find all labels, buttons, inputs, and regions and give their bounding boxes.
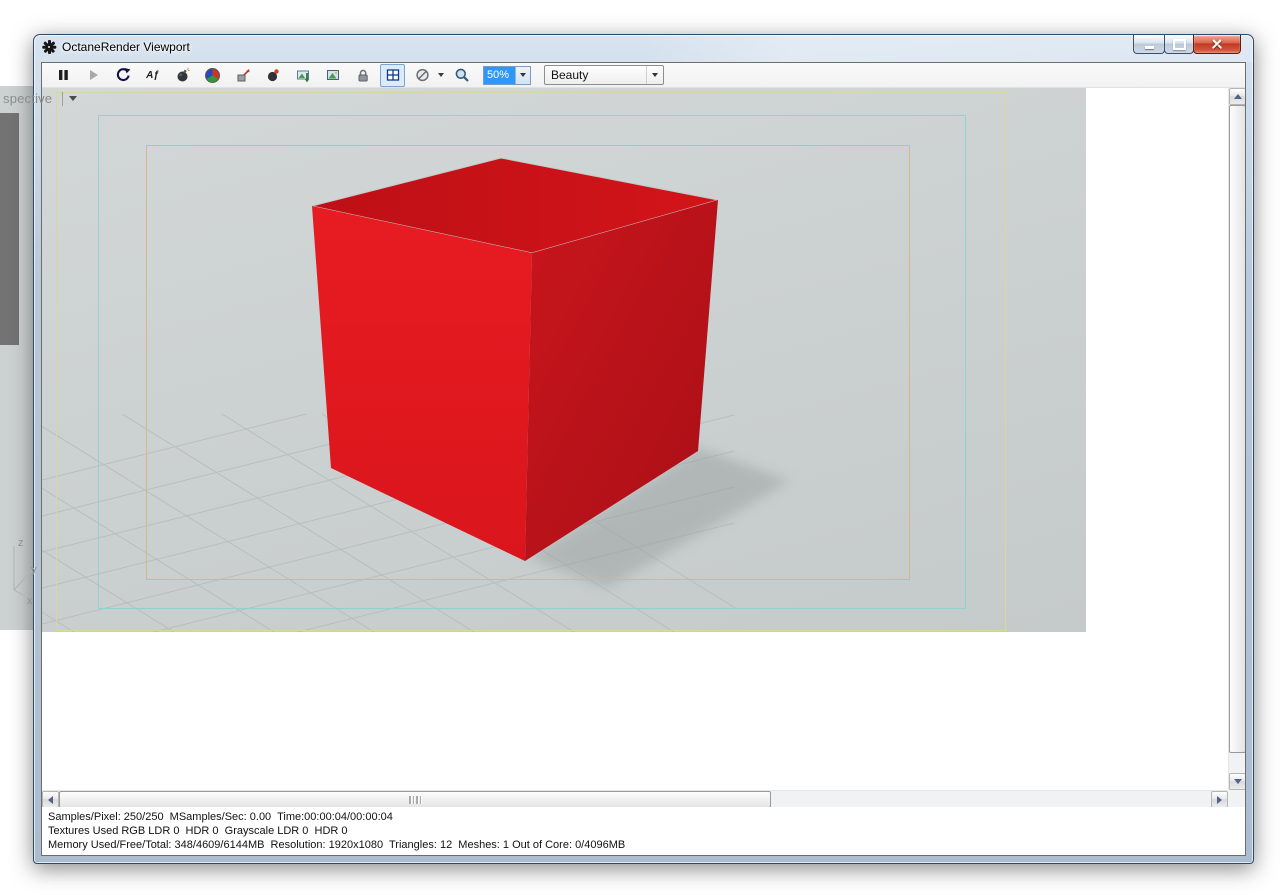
window-title: OctaneRender Viewport — [62, 40, 190, 54]
arrow-right-icon — [1217, 795, 1222, 804]
axis-gizmo: z y x — [13, 537, 37, 607]
client-area: Aƒ 50% Beauty Samples/Pixel: 250/250 MSa… — [41, 62, 1246, 856]
arrow-down-icon — [1233, 779, 1242, 784]
quad-view-toggle[interactable] — [380, 63, 405, 87]
octane-render-window: OctaneRender Viewport Aƒ 50% Beauty Samp… — [33, 34, 1254, 864]
screen: OctaneRender Viewport Aƒ 50% Beauty Samp… — [0, 0, 1288, 895]
minimize-icon — [1144, 45, 1154, 49]
restart-render-button[interactable] — [110, 64, 135, 87]
close-icon — [1211, 38, 1223, 50]
status-samples: Samples/Pixel: 250/250 MSamples/Sec: 0.0… — [48, 811, 393, 823]
autofocus-icon: Aƒ — [146, 69, 159, 81]
horizontal-scrollbar[interactable] — [42, 790, 1228, 808]
thumb-grip — [416, 795, 418, 804]
axis-y-label: y — [31, 564, 37, 576]
axis-x-label: x — [27, 595, 33, 607]
scrollbar-corner — [1228, 790, 1245, 807]
lock-icon — [358, 69, 368, 82]
white-balance-button[interactable] — [200, 64, 225, 87]
maximize-icon — [1172, 38, 1186, 50]
preview-mode-button[interactable] — [410, 64, 435, 87]
render-bomb-button[interactable] — [170, 64, 195, 87]
toolbar: Aƒ 50% Beauty — [42, 63, 1245, 88]
save-image-button[interactable] — [290, 64, 315, 87]
scroll-up-button[interactable] — [1229, 88, 1245, 105]
material-picker-button[interactable] — [230, 64, 255, 87]
arrow-left-icon — [48, 795, 53, 804]
horizontal-scrollbar-thumb[interactable] — [59, 791, 771, 808]
zoom-dropdown-button[interactable] — [515, 66, 530, 84]
zoom-level-combobox[interactable]: 50% — [483, 65, 531, 85]
vertical-scrollbar[interactable] — [1228, 88, 1245, 790]
magnifier-icon — [455, 68, 469, 82]
play-icon — [89, 70, 98, 80]
restart-icon — [116, 68, 130, 82]
arrow-up-icon — [1233, 94, 1242, 99]
thumb-grip — [419, 795, 421, 804]
no-preview-icon — [415, 68, 429, 82]
viewport-label-text: spective — [3, 91, 53, 106]
autofocus-button[interactable]: Aƒ — [140, 64, 165, 87]
scroll-left-button[interactable] — [42, 791, 59, 808]
focus-picker-button[interactable] — [260, 64, 285, 87]
material-picker-icon — [237, 69, 250, 82]
scroll-right-button[interactable] — [1211, 791, 1228, 808]
chevron-down-icon — [520, 73, 526, 77]
render-scene — [42, 157, 790, 632]
host-viewport-label[interactable]: spective — [3, 89, 78, 108]
focus-picker-icon — [267, 69, 279, 82]
resume-render-button[interactable] — [80, 64, 105, 87]
minimize-button[interactable] — [1133, 35, 1165, 54]
vertical-scrollbar-thumb[interactable] — [1229, 105, 1245, 753]
image-icon — [326, 70, 339, 80]
rgb-sphere-icon — [205, 67, 220, 83]
pause-icon — [58, 70, 68, 80]
render-pass-combobox[interactable]: Beauty — [544, 65, 664, 85]
pause-render-button[interactable] — [50, 64, 75, 87]
bomb-icon — [177, 67, 190, 82]
thumb-grip — [412, 795, 414, 804]
status-textures: Textures Used RGB LDR 0 HDR 0 Grayscale … — [48, 825, 348, 837]
save-image-icon — [296, 70, 309, 83]
octane-logo-icon — [42, 40, 57, 54]
lock-viewport-button[interactable] — [350, 64, 375, 87]
cube-front-face — [312, 206, 532, 561]
scroll-down-button[interactable] — [1229, 773, 1245, 790]
render-viewport[interactable] — [42, 88, 1086, 632]
titlebar[interactable]: OctaneRender Viewport — [34, 35, 1253, 62]
maximize-button[interactable] — [1164, 35, 1194, 54]
viewport-label-dropdown-icon[interactable] — [69, 96, 78, 101]
preview-dropdown-arrow[interactable] — [438, 73, 444, 77]
zoom-tool-button[interactable] — [449, 64, 474, 87]
copy-image-button[interactable] — [320, 64, 345, 87]
zoom-level-value[interactable]: 50% — [484, 66, 515, 84]
render-pass-dropdown-button[interactable] — [646, 66, 663, 84]
quad-view-icon — [386, 69, 399, 81]
status-memory: Memory Used/Free/Total: 348/4609/6144MB … — [48, 839, 626, 851]
axis-z-label: z — [18, 537, 24, 549]
host-side-panel — [0, 113, 19, 345]
close-button[interactable] — [1193, 35, 1241, 54]
chevron-down-icon — [652, 73, 658, 77]
render-pass-value: Beauty — [551, 68, 589, 82]
thumb-grip — [409, 795, 411, 804]
label-divider — [62, 91, 64, 106]
statusbar: Samples/Pixel: 250/250 MSamples/Sec: 0.0… — [42, 807, 1245, 855]
